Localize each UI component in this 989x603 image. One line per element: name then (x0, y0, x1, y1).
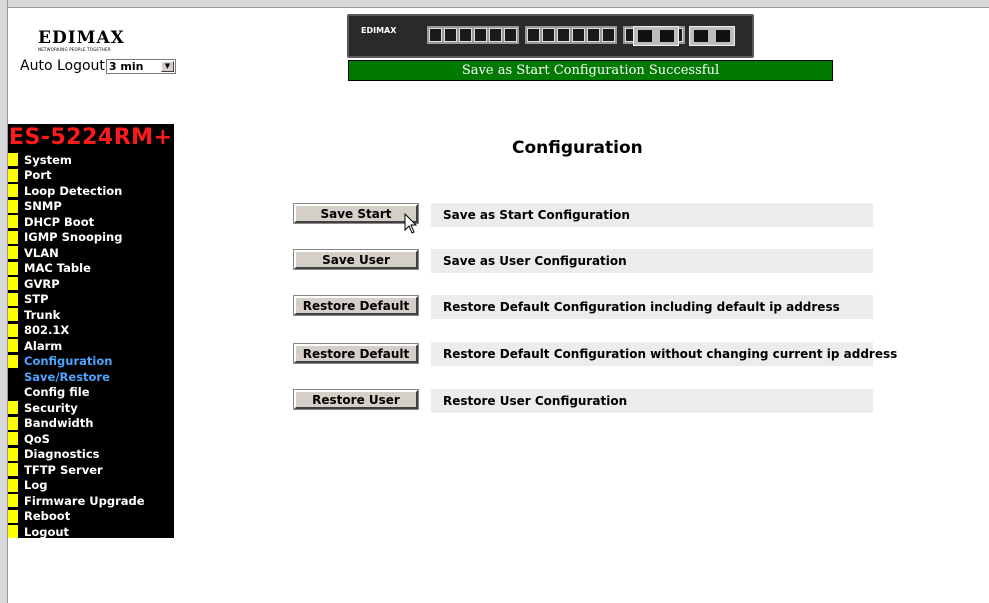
bullet-square-icon (8, 168, 18, 182)
sidebar-item-bandwidth[interactable]: Bandwidth (8, 416, 174, 432)
bullet-square-icon (8, 215, 18, 229)
sfp-module (633, 26, 679, 46)
bullet-square-icon (8, 246, 18, 260)
sidebar-item-configuration[interactable]: Configuration (8, 354, 174, 370)
bullet-square-icon (8, 292, 18, 306)
chevron-down-icon[interactable]: ▼ (160, 60, 174, 72)
sidebar-item-system[interactable]: System (8, 152, 174, 168)
sidebar-item-security[interactable]: Security (8, 400, 174, 416)
logo-brand: EDIMAX (38, 28, 125, 48)
restore-default-keep-ip-row: Restore Default (293, 343, 419, 364)
edimax-logo: EDIMAX NETWORKING PEOPLE TOGETHER (38, 28, 138, 53)
bullet-square-icon (8, 261, 18, 275)
window-left-border (0, 0, 8, 603)
sidebar-subitem-config-file[interactable]: Config file (8, 385, 174, 401)
bullet-square-icon (8, 230, 18, 244)
restore-user-row: Restore User (293, 389, 419, 410)
sidebar-item-mac-table[interactable]: MAC Table (8, 261, 174, 277)
sidebar-item-reboot[interactable]: Reboot (8, 509, 174, 525)
restore-default-keep-ip-description: Restore Default Configuration without ch… (431, 342, 897, 366)
bullet-square-icon (8, 184, 18, 198)
page-title: Configuration (512, 138, 643, 158)
sidebar-item-logout[interactable]: Logout (8, 524, 174, 540)
bullet-square-icon (8, 199, 18, 213)
bullet-square-icon (8, 509, 18, 523)
sidebar: ES-5224RM+ System Port Loop Detection SN… (8, 124, 174, 540)
window-top-border (0, 0, 989, 8)
sidebar-item-log[interactable]: Log (8, 478, 174, 494)
auto-logout-label: Auto Logout (20, 58, 105, 74)
save-user-description: Save as User Configuration (431, 249, 873, 273)
bullet-square-icon (8, 432, 18, 446)
bullet-square-icon (8, 447, 18, 461)
restore-default-description: Restore Default Configuration including … (431, 295, 873, 319)
restore-default-button[interactable]: Restore Default (293, 295, 419, 316)
bullet-square-icon (8, 323, 18, 337)
bullet-square-icon (8, 308, 18, 322)
bullet-square-icon (8, 416, 18, 430)
save-start-button[interactable]: Save Start (293, 203, 419, 224)
auto-logout: Auto Logout 3 min ▼ (20, 58, 176, 74)
sidebar-item-port[interactable]: Port (8, 168, 174, 184)
sidebar-subitem-save-restore[interactable]: Save/Restore (8, 369, 174, 385)
port-bank (525, 26, 617, 44)
bullet-square-icon (8, 401, 18, 415)
bullet-square-icon (8, 463, 18, 477)
restore-user-description: Restore User Configuration (431, 389, 873, 413)
sidebar-item-alarm[interactable]: Alarm (8, 338, 174, 354)
sidebar-item-gvrp[interactable]: GVRP (8, 276, 174, 292)
sidebar-item-dhcp-boot[interactable]: DHCP Boot (8, 214, 174, 230)
sidebar-item-trunk[interactable]: Trunk (8, 307, 174, 323)
auto-logout-select[interactable]: 3 min ▼ (105, 58, 176, 74)
port-bank (427, 26, 519, 44)
sidebar-item-snmp[interactable]: SNMP (8, 199, 174, 215)
save-start-description: Save as Start Configuration (431, 203, 873, 227)
sidebar-item-firmware-upgrade[interactable]: Firmware Upgrade (8, 493, 174, 509)
auto-logout-value: 3 min (108, 59, 144, 73)
switch-front-panel-image: EDIMAX (347, 14, 754, 58)
sidebar-item-igmp-snooping[interactable]: IGMP Snooping (8, 230, 174, 246)
model-name: ES-5224RM+ (9, 125, 173, 150)
bullet-square-icon (8, 494, 18, 508)
bullet-square-icon (8, 277, 18, 291)
sidebar-menu: System Port Loop Detection SNMP DHCP Boo… (8, 152, 174, 540)
sfp-module (689, 26, 735, 46)
switch-logo: EDIMAX (361, 26, 397, 35)
restore-default-row: Restore Default (293, 295, 419, 316)
sidebar-item-8021x[interactable]: 802.1X (8, 323, 174, 339)
mouse-pointer-icon (404, 213, 418, 234)
bullet-square-icon (8, 525, 18, 539)
save-user-button[interactable]: Save User (293, 249, 419, 270)
restore-default-keep-ip-button[interactable]: Restore Default (293, 343, 419, 364)
sidebar-item-tftp-server[interactable]: TFTP Server (8, 462, 174, 478)
sidebar-item-diagnostics[interactable]: Diagnostics (8, 447, 174, 463)
bullet-square-icon (8, 153, 18, 167)
sidebar-item-vlan[interactable]: VLAN (8, 245, 174, 261)
sidebar-item-qos[interactable]: QoS (8, 431, 174, 447)
bullet-square-icon (8, 339, 18, 353)
restore-user-button[interactable]: Restore User (293, 389, 419, 410)
sidebar-item-stp[interactable]: STP (8, 292, 174, 308)
save-start-row: Save Start (293, 203, 419, 224)
bullet-square-icon (8, 354, 18, 368)
sidebar-item-loop-detection[interactable]: Loop Detection (8, 183, 174, 199)
bullet-square-icon (8, 478, 18, 492)
save-user-row: Save User (293, 249, 419, 270)
status-banner: Save as Start Configuration Successful (348, 60, 833, 81)
